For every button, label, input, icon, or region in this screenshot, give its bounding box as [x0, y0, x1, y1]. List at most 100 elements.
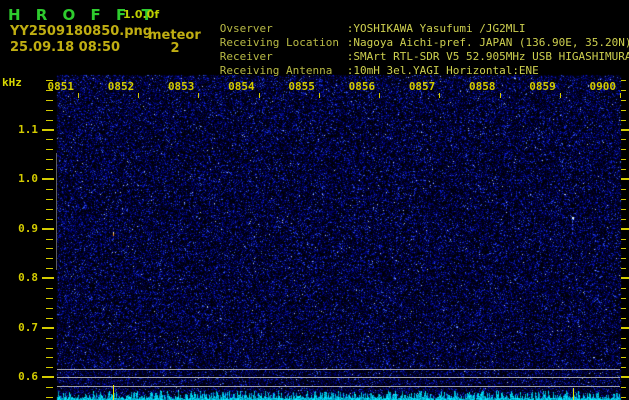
- freq-minor-tick-left: [46, 159, 53, 160]
- freq-minor-tick-right: [621, 348, 626, 349]
- freq-minor-tick-right: [621, 367, 626, 368]
- freq-minor-tick-left: [46, 308, 53, 309]
- freq-major-tick-left: [42, 327, 54, 329]
- antenna-label: Receiving Antenna: [219, 64, 333, 77]
- receiver-label: Receiver: [219, 50, 273, 63]
- time-tick-mark: [439, 93, 440, 98]
- freq-major-tick-right: [621, 277, 629, 279]
- time-tick-mark: [138, 93, 139, 98]
- freq-minor-tick-left: [46, 110, 53, 111]
- receiver-value: :SMArt RTL-SDR V5 52.905MHz USB HIGASHIM…: [346, 50, 629, 63]
- freq-minor-tick-right: [621, 318, 626, 319]
- freq-minor-tick-right: [621, 288, 626, 289]
- freq-minor-tick-left: [46, 268, 53, 269]
- left-edge-artifact-line: [56, 153, 57, 270]
- freq-major-tick-left: [42, 178, 54, 180]
- freq-tick-label: 0.8: [18, 271, 38, 284]
- freq-minor-tick-right: [621, 248, 626, 249]
- freq-minor-tick-right: [621, 139, 626, 140]
- time-tick-label: 0854: [228, 80, 255, 93]
- freq-major-tick-left: [42, 228, 54, 230]
- freq-minor-tick-left: [46, 219, 53, 220]
- freq-minor-tick-left: [46, 239, 53, 240]
- time-tick-mark: [560, 93, 561, 98]
- freq-minor-tick-right: [621, 120, 626, 121]
- freq-minor-tick-right: [621, 239, 626, 240]
- freq-minor-tick-right: [621, 397, 626, 398]
- record-datetime: 25.09.18 08:50: [10, 40, 121, 55]
- hrofft-window: H R O F F T 1.0.0f YY2509180850.png mete…: [0, 0, 629, 400]
- time-tick-label: 0900: [589, 80, 616, 93]
- freq-major-tick-left: [42, 129, 54, 131]
- freq-minor-tick-right: [621, 298, 626, 299]
- freq-minor-tick-left: [46, 90, 53, 91]
- freq-major-tick-right: [621, 376, 629, 378]
- freq-minor-tick-left: [46, 258, 53, 259]
- freq-minor-tick-right: [621, 338, 626, 339]
- time-tick-label: 0857: [408, 80, 436, 93]
- time-tick-mark: [198, 93, 199, 98]
- freq-minor-tick-right: [621, 80, 626, 81]
- freq-tick-label: 1.1: [18, 123, 38, 136]
- freq-minor-tick-left: [46, 199, 53, 200]
- freq-minor-tick-right: [621, 357, 626, 358]
- freq-minor-tick-right: [621, 110, 626, 111]
- reference-line: [57, 369, 620, 370]
- freq-minor-tick-left: [46, 397, 53, 398]
- time-tick-mark: [319, 93, 320, 98]
- freq-major-tick-left: [42, 376, 54, 378]
- time-tick-label: 0856: [348, 80, 376, 93]
- freq-tick-label: 0.6: [18, 370, 38, 383]
- time-tick-label: 0853: [167, 80, 195, 93]
- freq-minor-tick-right: [621, 189, 626, 190]
- freq-minor-tick-left: [46, 348, 53, 349]
- reference-line: [57, 386, 620, 387]
- reference-line: [57, 377, 620, 378]
- freq-major-tick-left: [42, 277, 54, 279]
- freq-minor-tick-left: [46, 248, 53, 249]
- meteor-marker: [573, 388, 574, 400]
- output-filename: YY2509180850.png: [10, 24, 153, 39]
- freq-minor-tick-right: [621, 149, 626, 150]
- freq-major-tick-right: [621, 228, 629, 230]
- freq-minor-tick-left: [46, 139, 53, 140]
- freq-minor-tick-left: [46, 120, 53, 121]
- freq-axis-unit: kHz: [2, 76, 22, 89]
- freq-major-tick-right: [621, 129, 629, 131]
- location-value: :Nagoya Aichi-pref. JAPAN (136.90E, 35.2…: [346, 36, 629, 49]
- location-label: Receiving Location: [219, 36, 339, 49]
- observer-label: Ovserver: [219, 22, 273, 35]
- time-tick-label: 0851: [47, 80, 75, 93]
- freq-tick-label: 0.9: [18, 222, 38, 235]
- meteor-marker: [113, 385, 114, 400]
- time-tick-label: 0855: [288, 80, 315, 93]
- freq-minor-tick-left: [46, 338, 53, 339]
- freq-minor-tick-left: [46, 298, 53, 299]
- freq-minor-tick-left: [46, 367, 53, 368]
- time-tick-label: 0859: [529, 80, 556, 93]
- time-tick-mark: [620, 93, 621, 98]
- app-version: 1.0.0f: [123, 8, 160, 21]
- freq-major-tick-right: [621, 327, 629, 329]
- freq-minor-tick-right: [621, 268, 626, 269]
- antenna-value: :10mH 3el.YAGI Horizontal:ENE: [346, 64, 539, 77]
- freq-minor-tick-right: [621, 100, 626, 101]
- time-tick-mark: [78, 93, 79, 98]
- freq-minor-tick-left: [46, 80, 53, 81]
- freq-minor-tick-left: [46, 100, 53, 101]
- freq-minor-tick-right: [621, 169, 626, 170]
- time-tick-label: 0852: [107, 80, 135, 93]
- freq-minor-tick-left: [46, 357, 53, 358]
- time-tick-label: 0858: [469, 80, 496, 93]
- freq-minor-tick-right: [621, 258, 626, 259]
- freq-minor-tick-right: [621, 387, 626, 388]
- freq-minor-tick-right: [621, 219, 626, 220]
- freq-minor-tick-right: [621, 308, 626, 309]
- freq-tick-label: 0.7: [18, 321, 38, 334]
- info-row-observer: Ovserver:YOSHIKAWA Yasufumi /JG2MLI: [180, 8, 625, 35]
- time-tick-mark: [259, 93, 260, 98]
- time-tick-mark: [500, 93, 501, 98]
- freq-minor-tick-right: [621, 159, 626, 160]
- freq-minor-tick-left: [46, 387, 53, 388]
- freq-minor-tick-left: [46, 149, 53, 150]
